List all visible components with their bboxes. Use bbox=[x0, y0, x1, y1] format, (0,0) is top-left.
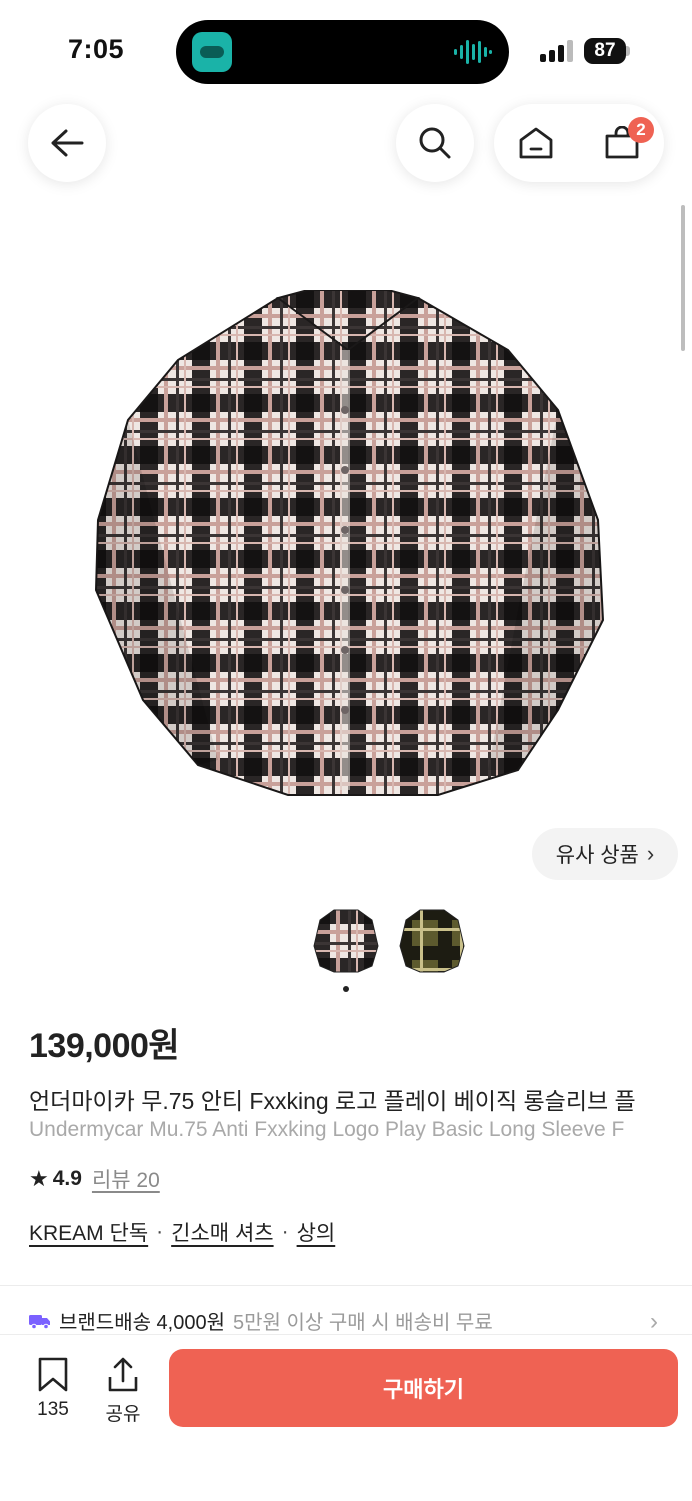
shipping-info-row[interactable]: 브랜드배송 4,000원 5만원 이상 구매 시 배송비 무료 bbox=[29, 1306, 669, 1335]
tag-tops[interactable]: 상의 bbox=[297, 1217, 336, 1247]
rating-value: 4.9 bbox=[52, 1167, 82, 1190]
home-icon bbox=[519, 127, 553, 159]
status-time: 7:05 bbox=[68, 34, 125, 64]
nav-pill-group bbox=[494, 104, 664, 182]
battery-tip bbox=[626, 46, 630, 56]
share-label: 공유 bbox=[105, 1404, 141, 1425]
bookmark-count: 135 bbox=[37, 1399, 69, 1420]
tag-separator: · bbox=[281, 1220, 289, 1243]
share-button[interactable]: 공유 bbox=[92, 1357, 154, 1427]
back-button[interactable] bbox=[28, 104, 106, 182]
battery-indicator: 87 bbox=[584, 38, 626, 64]
shipping-note: 5만원 이상 구매 시 배송비 무료 bbox=[233, 1312, 493, 1334]
product-image[interactable] bbox=[88, 290, 608, 802]
share-icon bbox=[108, 1357, 138, 1392]
product-price: 139,000원 bbox=[29, 1027, 180, 1065]
tag-kream-exclusive[interactable]: KREAM 단독 bbox=[29, 1217, 148, 1247]
audio-wave-icon bbox=[454, 40, 492, 64]
section-divider bbox=[0, 1285, 692, 1286]
category-tags: KREAM 단독 · 긴소매 셔츠 · 상의 bbox=[29, 1217, 335, 1247]
bookmark-icon bbox=[38, 1357, 68, 1392]
home-button[interactable] bbox=[504, 104, 568, 182]
review-count-link[interactable]: 리뷰 20 bbox=[92, 1164, 160, 1194]
gallery-thumbnail[interactable] bbox=[312, 906, 380, 974]
bookmark-button[interactable]: 135 bbox=[22, 1357, 84, 1427]
similar-products-label: 유사 상품 bbox=[555, 844, 639, 867]
search-button[interactable] bbox=[396, 104, 474, 182]
dynamic-island bbox=[176, 20, 509, 84]
scroll-indicator[interactable] bbox=[681, 205, 685, 351]
rating-row: ★ 4.9 리뷰 20 bbox=[29, 1164, 160, 1194]
live-activity-app-icon bbox=[192, 32, 232, 72]
product-title-korean: 언더마이카 무.75 안티 Fxxking 로고 플레이 베이직 롱슬리브 플 bbox=[29, 1088, 636, 1114]
tag-separator: · bbox=[156, 1220, 164, 1243]
truck-icon bbox=[29, 1314, 50, 1329]
bottom-action-bar: 135 공유 구매하기 bbox=[0, 1334, 692, 1501]
tag-long-sleeve-shirt[interactable]: 긴소매 셔츠 bbox=[171, 1217, 273, 1247]
gallery-thumbnail[interactable] bbox=[398, 906, 466, 974]
buy-button[interactable]: 구매하기 bbox=[169, 1349, 678, 1427]
back-arrow-icon bbox=[51, 129, 84, 157]
star-icon: ★ bbox=[29, 1166, 49, 1191]
product-title-english: Undermycar Mu.75 Anti Fxxking Logo Play … bbox=[29, 1118, 625, 1141]
shipping-label: 브랜드배송 4,000원 bbox=[59, 1312, 226, 1334]
cart-button[interactable] bbox=[590, 104, 654, 182]
similar-products-button[interactable]: 유사 상품 › bbox=[532, 828, 678, 880]
cart-count-badge: 2 bbox=[628, 117, 654, 143]
chevron-right-icon[interactable]: › bbox=[650, 1308, 658, 1336]
cellular-signal-icon bbox=[540, 40, 573, 62]
chevron-right-icon: › bbox=[646, 841, 655, 866]
gallery-page-indicator bbox=[343, 986, 349, 992]
search-icon bbox=[419, 127, 451, 159]
